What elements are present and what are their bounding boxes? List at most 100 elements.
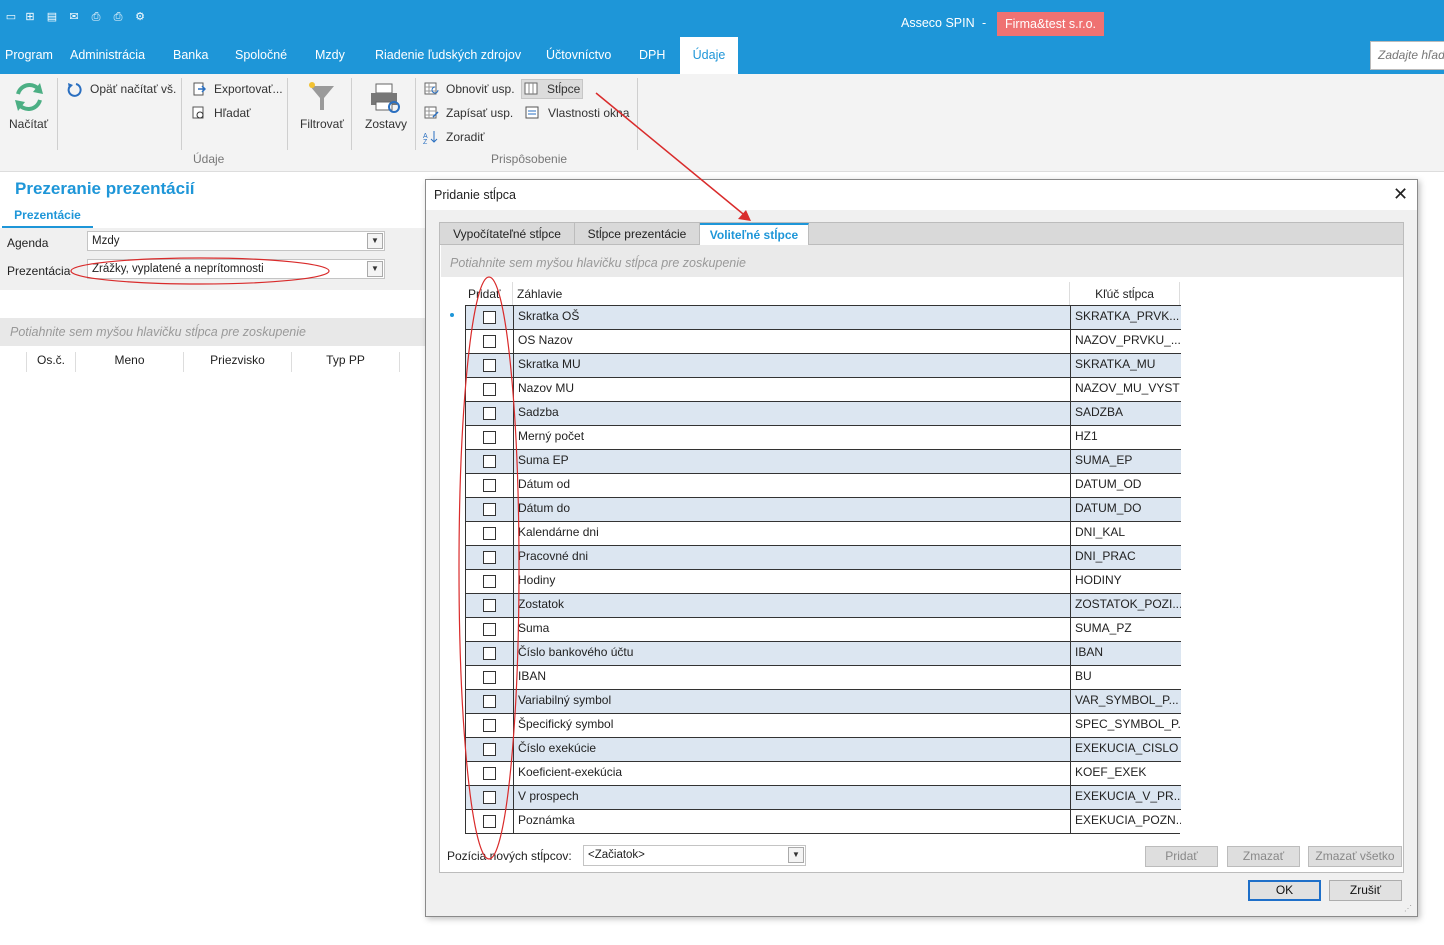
reports-button[interactable]: Zostavy (365, 117, 407, 131)
table-row[interactable]: Kalendárne dni DNI_KAL (466, 521, 1181, 545)
mail-icon[interactable]: ✉ (67, 10, 81, 24)
add-checkbox[interactable] (483, 575, 496, 588)
ok-button[interactable]: OK (1248, 880, 1321, 901)
tab-vypocitatelne[interactable]: Vypočítateľné stĺpce (440, 223, 575, 245)
table-row[interactable]: Špecifický symbol SPEC_SYMBOL_P... (466, 713, 1181, 737)
add-checkbox[interactable] (483, 719, 496, 732)
tab-stlpce-prezentacie[interactable]: Stĺpce prezentácie (575, 223, 700, 245)
window-icon[interactable]: ▭ (4, 10, 18, 24)
add-checkbox[interactable] (483, 335, 496, 348)
find-button[interactable]: Hľadať (214, 106, 251, 120)
add-checkbox[interactable] (483, 695, 496, 708)
add-checkbox[interactable] (483, 383, 496, 396)
add-checkbox[interactable] (483, 767, 496, 780)
add-checkbox[interactable] (483, 671, 496, 684)
table-row[interactable]: Suma EP SUMA_EP (466, 449, 1181, 473)
table-row[interactable]: V prospech EXEKUCIA_V_PR... (466, 785, 1181, 809)
add-checkbox[interactable] (483, 311, 496, 324)
chevron-down-icon[interactable]: ▼ (367, 233, 383, 249)
table-row[interactable]: Variabilný symbol VAR_SYMBOL_P... (466, 689, 1181, 713)
table-row[interactable]: Zostatok ZOSTATOK_POZI... (466, 593, 1181, 617)
menu-program[interactable]: Program (5, 48, 53, 62)
column-header-zahlavie[interactable]: Záhlavie (513, 282, 1070, 306)
sort-button[interactable]: Zoradiť (446, 130, 485, 144)
add-checkbox[interactable] (483, 815, 496, 828)
tab-prezentacie[interactable]: Prezentácie (2, 204, 93, 228)
group-by-panel[interactable]: Potiahnite sem myšou hlavičku stĺpca pre… (0, 318, 426, 346)
add-checkbox[interactable] (483, 647, 496, 660)
table-row[interactable]: Merný počet HZ1 (466, 425, 1181, 449)
excel-export-icon[interactable]: ⊞ (23, 10, 37, 24)
table-row[interactable]: Hodiny HODINY (466, 569, 1181, 593)
prezentacia-select[interactable]: Zrážky, vyplatené a neprítomnosti ▼ (87, 259, 385, 279)
column-header-kluc[interactable]: Kľúč stĺpca (1070, 282, 1180, 306)
print-preview-icon[interactable]: ⎙ (111, 10, 125, 24)
chevron-down-icon[interactable]: ▼ (788, 847, 804, 863)
table-row[interactable]: Pracovné dni DNI_PRAC (466, 545, 1181, 569)
table-row[interactable]: Skratka MU SKRATKA_MU (466, 353, 1181, 377)
settings-icon[interactable]: ⚙ (133, 10, 147, 24)
add-checkbox[interactable] (483, 479, 496, 492)
menu-administracia[interactable]: Administrácia (70, 48, 145, 62)
table-row[interactable]: Skratka OŠ SKRATKA_PRVK... (466, 305, 1181, 329)
delete-all-button[interactable]: Zmazať všetko (1308, 846, 1402, 867)
chevron-down-icon[interactable]: ▼ (367, 261, 383, 277)
add-checkbox[interactable] (483, 791, 496, 804)
columns-button[interactable]: Stĺpce (547, 82, 580, 96)
add-checkbox[interactable] (483, 503, 496, 516)
add-checkbox[interactable] (483, 527, 496, 540)
window-properties-button[interactable]: Vlastnosti okna (548, 106, 629, 120)
close-icon[interactable]: ✕ (1393, 184, 1408, 205)
delete-button[interactable]: Zmazať (1227, 846, 1300, 867)
menu-spolocne[interactable]: Spoločné (235, 48, 287, 62)
table-row[interactable]: Číslo exekúcie EXEKUCIA_CISLO (466, 737, 1181, 761)
table-row[interactable]: Koeficient-exekúcia KOEF_EXEK (466, 761, 1181, 785)
dialog-group-by-panel[interactable]: Potiahnite sem myšou hlavičku stĺpca pre… (441, 245, 1403, 277)
table-row[interactable]: Poznámka EXEKUCIA_POZN... (466, 809, 1181, 833)
menu-dph[interactable]: DPH (639, 48, 665, 62)
add-checkbox[interactable] (483, 551, 496, 564)
menu-banka[interactable]: Banka (173, 48, 208, 62)
tab-volitelne[interactable]: Voliteľné stĺpce (700, 223, 809, 246)
reports-icon[interactable] (368, 82, 402, 114)
column-header-osc[interactable]: Os.č. (26, 352, 76, 372)
add-checkbox[interactable] (483, 455, 496, 468)
reload-button[interactable]: Načítať (9, 117, 48, 131)
export-button[interactable]: Exportovať... (214, 82, 283, 96)
menu-riadenie[interactable]: Riadenie ľudských zdrojov (375, 48, 521, 62)
table-row[interactable]: IBAN BU (466, 665, 1181, 689)
table-row[interactable]: OS Nazov NAZOV_PRVKU_... (466, 329, 1181, 353)
table-row[interactable]: Číslo bankového účtu IBAN (466, 641, 1181, 665)
menu-uctovnictvo[interactable]: Účtovníctvo (546, 48, 611, 62)
filter-button[interactable]: Filtrovať (300, 117, 344, 131)
column-header-meno[interactable]: Meno (76, 352, 184, 372)
add-checkbox[interactable] (483, 431, 496, 444)
column-header-typ-pp[interactable]: Typ PP (292, 352, 400, 372)
save-layout-button[interactable]: Zapísať usp. (446, 106, 513, 120)
menu-udaje[interactable]: Údaje (680, 37, 738, 74)
reload-all-button[interactable]: Opäť načítať vš. (90, 82, 176, 96)
agenda-select[interactable]: Mzdy ▼ (87, 231, 385, 251)
cancel-button[interactable]: Zrušiť (1329, 880, 1402, 901)
table-row[interactable]: Suma SUMA_PZ (466, 617, 1181, 641)
table-row[interactable]: Nazov MU NAZOV_MU_VYST (466, 377, 1181, 401)
filter-icon[interactable] (306, 80, 338, 114)
resize-grip-icon[interactable]: ⋰ (1404, 904, 1412, 913)
print-icon[interactable]: ⎙ (89, 10, 103, 24)
document-icon[interactable]: ▤ (45, 10, 59, 24)
table-row[interactable]: Dátum od DATUM_OD (466, 473, 1181, 497)
restore-layout-button[interactable]: Obnoviť usp. (446, 82, 515, 96)
add-checkbox[interactable] (483, 359, 496, 372)
table-row[interactable]: Dátum do DATUM_DO (466, 497, 1181, 521)
column-header-priezvisko[interactable]: Priezvisko (184, 352, 292, 372)
add-checkbox[interactable] (483, 623, 496, 636)
add-checkbox[interactable] (483, 407, 496, 420)
column-header-pridat[interactable]: Pridať (465, 282, 513, 306)
add-checkbox[interactable] (483, 743, 496, 756)
position-select[interactable]: <Začiatok> ▼ (583, 845, 806, 866)
add-checkbox[interactable] (483, 599, 496, 612)
table-row[interactable]: Sadzba SADZBA (466, 401, 1181, 425)
refresh-icon[interactable] (12, 80, 46, 114)
search-input[interactable]: Zadajte hľad (1370, 41, 1444, 70)
add-button[interactable]: Pridať (1145, 846, 1218, 867)
